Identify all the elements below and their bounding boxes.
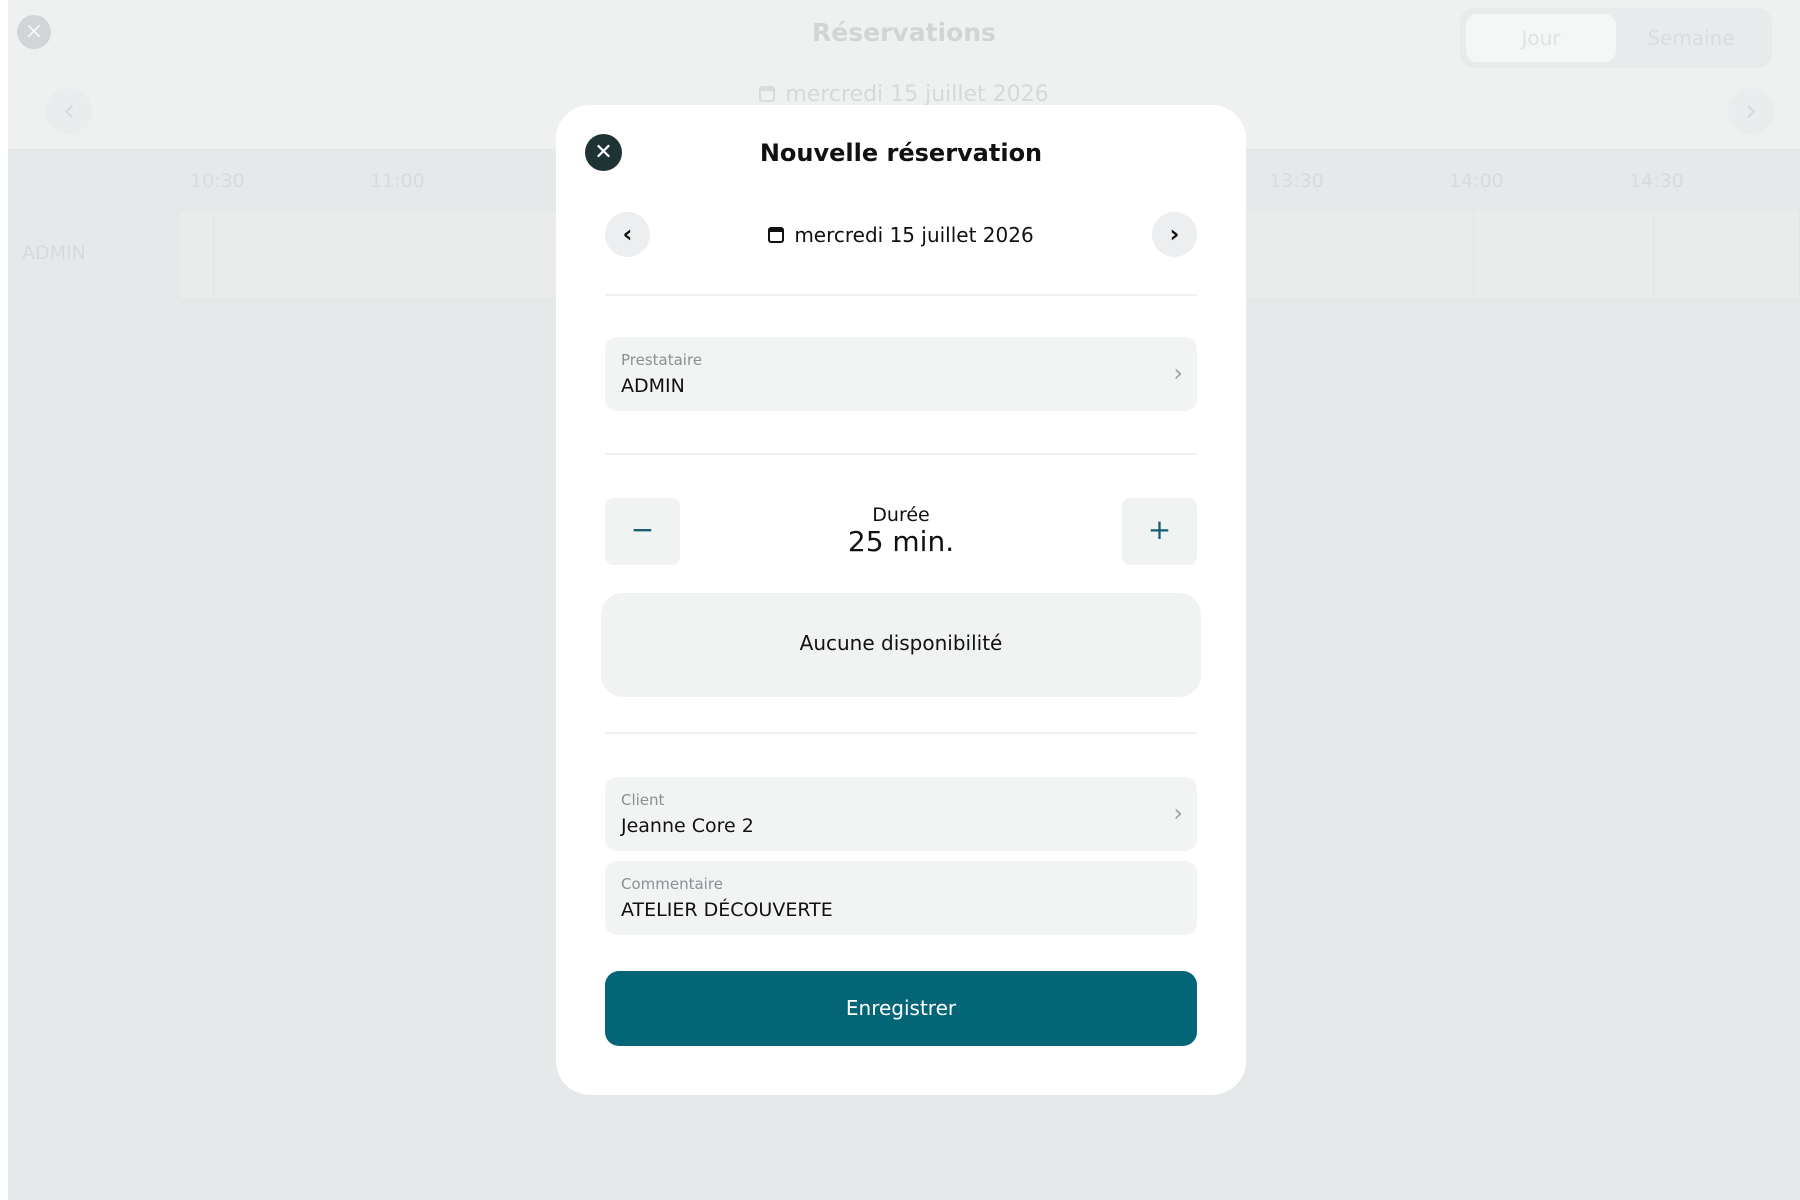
availability-message: Aucune disponibilité [799,631,1003,655]
provider-field[interactable]: Prestataire ADMIN › [605,337,1197,411]
new-reservation-dialog: ✕ Nouvelle réservation ‹ mercredi 15 jui… [556,105,1246,1095]
chevron-right-icon: › [1173,799,1183,827]
date-label: mercredi 15 juillet 2026 [794,223,1034,247]
comment-field[interactable]: Commentaire ATELIER DÉCOUVERTE [605,861,1197,935]
provider-label: Prestataire [621,351,703,369]
divider [605,732,1197,734]
chevron-right-icon: › [1169,220,1180,248]
save-button[interactable]: Enregistrer [605,971,1197,1046]
divider [605,453,1197,455]
client-field[interactable]: Client Jeanne Core 2 › [605,777,1197,851]
comment-value: ATELIER DÉCOUVERTE [621,899,833,921]
calendar-icon [768,227,785,243]
date-selector: ‹ mercredi 15 juillet 2026 › [605,212,1197,258]
next-day-button[interactable]: › [1152,212,1197,257]
date-display: mercredi 15 juillet 2026 [605,223,1197,247]
duration-increment-button[interactable]: + [1122,498,1197,565]
client-label: Client [621,791,665,809]
modal-title: Nouvelle réservation [759,139,1043,167]
availability-panel: Aucune disponibilité [601,593,1201,697]
client-value: Jeanne Core 2 [621,815,754,837]
comment-label: Commentaire [621,875,723,893]
divider [605,294,1197,296]
provider-value: ADMIN [621,375,685,397]
chevron-right-icon: › [1173,359,1183,387]
